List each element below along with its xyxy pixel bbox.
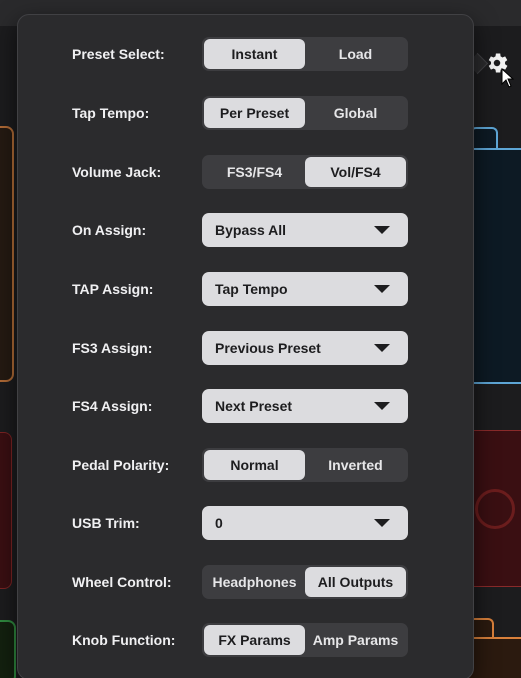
settings-popover: Preset Select: Instant Load Tap Tempo: P…: [17, 14, 474, 678]
pedal-polarity-inverted[interactable]: Inverted: [305, 450, 406, 480]
block-slot-red[interactable]: [0, 432, 12, 589]
chevron-down-icon: [374, 226, 390, 234]
fs3-assign-label: FS3 Assign:: [72, 340, 153, 356]
chevron-down-icon: [374, 519, 390, 527]
on-assign-row: On Assign: Bypass All: [18, 213, 473, 247]
knob-function-label: Knob Function:: [72, 632, 176, 648]
preset-select-instant[interactable]: Instant: [204, 39, 305, 69]
knob-function-amp-params[interactable]: Amp Params: [305, 625, 406, 655]
knob-function-segmented: FX Params Amp Params: [202, 623, 408, 657]
fs4-assign-label: FS4 Assign:: [72, 398, 153, 414]
preset-select-label: Preset Select:: [72, 46, 165, 62]
fs4-assign-row: FS4 Assign: Next Preset: [18, 389, 473, 423]
pedal-polarity-control: Normal Inverted: [202, 448, 408, 482]
on-assign-value: Bypass All: [215, 222, 287, 238]
knob-function-control: FX Params Amp Params: [202, 623, 408, 657]
volume-jack-control: FS3/FS4 Vol/FS4: [202, 155, 408, 189]
knob-ring: [475, 489, 515, 529]
pedal-polarity-normal[interactable]: Normal: [204, 450, 305, 480]
pedal-polarity-label: Pedal Polarity:: [72, 457, 170, 473]
fs4-assign-control: Next Preset: [202, 389, 408, 423]
wheel-control-headphones[interactable]: Headphones: [204, 567, 305, 597]
tap-tempo-global[interactable]: Global: [305, 98, 406, 128]
pointer-cursor-icon: [501, 67, 515, 88]
tap-assign-row: TAP Assign: Tap Tempo: [18, 272, 473, 306]
fs4-assign-value: Next Preset: [215, 398, 293, 414]
chevron-down-icon: [374, 285, 390, 293]
usb-trim-value: 0: [215, 515, 223, 531]
tap-assign-dropdown[interactable]: Tap Tempo: [202, 272, 408, 306]
tap-tempo-row: Tap Tempo: Per Preset Global: [18, 96, 473, 130]
usb-trim-dropdown[interactable]: 0: [202, 506, 408, 540]
fs3-assign-row: FS3 Assign: Previous Preset: [18, 331, 473, 365]
tap-tempo-segmented: Per Preset Global: [202, 96, 408, 130]
fs3-assign-dropdown[interactable]: Previous Preset: [202, 331, 408, 365]
knob-function-row: Knob Function: FX Params Amp Params: [18, 623, 473, 657]
volume-jack-segmented: FS3/FS4 Vol/FS4: [202, 155, 408, 189]
pedal-polarity-segmented: Normal Inverted: [202, 448, 408, 482]
usb-trim-label: USB Trim:: [72, 515, 140, 531]
volume-jack-fs3-fs4[interactable]: FS3/FS4: [204, 157, 305, 187]
chevron-down-icon: [374, 402, 390, 410]
usb-trim-row: USB Trim: 0: [18, 506, 473, 540]
on-assign-label: On Assign:: [72, 222, 147, 238]
tap-tempo-control: Per Preset Global: [202, 96, 408, 130]
preset-select-control: Instant Load: [202, 37, 408, 71]
chevron-down-icon: [374, 344, 390, 352]
wheel-control-all-outputs[interactable]: All Outputs: [305, 567, 406, 597]
wheel-control-control: Headphones All Outputs: [202, 565, 408, 599]
preset-select-segmented: Instant Load: [202, 37, 408, 71]
wheel-control-label: Wheel Control:: [72, 574, 172, 590]
block-tab-blue[interactable]: [470, 127, 498, 149]
app-window: Preset Select: Instant Load Tap Tempo: P…: [0, 0, 521, 678]
tap-assign-label: TAP Assign:: [72, 281, 154, 297]
volume-jack-row: Volume Jack: FS3/FS4 Vol/FS4: [18, 155, 473, 189]
preset-select-load[interactable]: Load: [305, 39, 406, 69]
block-slot-orange[interactable]: [0, 126, 14, 382]
wheel-control-row: Wheel Control: Headphones All Outputs: [18, 565, 473, 599]
tap-tempo-per-preset[interactable]: Per Preset: [204, 98, 305, 128]
fs3-assign-control: Previous Preset: [202, 331, 408, 365]
volume-jack-label: Volume Jack:: [72, 164, 162, 180]
tap-assign-control: Tap Tempo: [202, 272, 408, 306]
fs4-assign-dropdown[interactable]: Next Preset: [202, 389, 408, 423]
tap-assign-value: Tap Tempo: [215, 281, 288, 297]
usb-trim-control: 0: [202, 506, 408, 540]
knob-function-fx-params[interactable]: FX Params: [204, 625, 305, 655]
on-assign-control: Bypass All: [202, 213, 408, 247]
preset-select-row: Preset Select: Instant Load: [18, 37, 473, 71]
fs3-assign-value: Previous Preset: [215, 340, 321, 356]
tap-tempo-label: Tap Tempo:: [72, 105, 150, 121]
on-assign-dropdown[interactable]: Bypass All: [202, 213, 408, 247]
block-slot-green[interactable]: [0, 620, 16, 678]
volume-jack-vol-fs4[interactable]: Vol/FS4: [305, 157, 406, 187]
wheel-control-segmented: Headphones All Outputs: [202, 565, 408, 599]
pedal-polarity-row: Pedal Polarity: Normal Inverted: [18, 448, 473, 482]
